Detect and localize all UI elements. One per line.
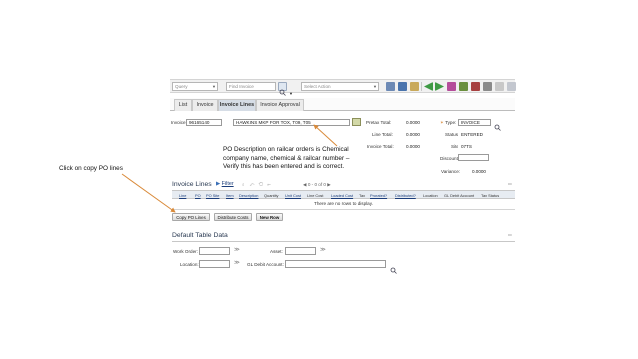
- annotation-arrows: [121, 124, 338, 213]
- arrow-to-description-field: [313, 124, 338, 147]
- arrow-to-copy-po-lines: [121, 173, 176, 213]
